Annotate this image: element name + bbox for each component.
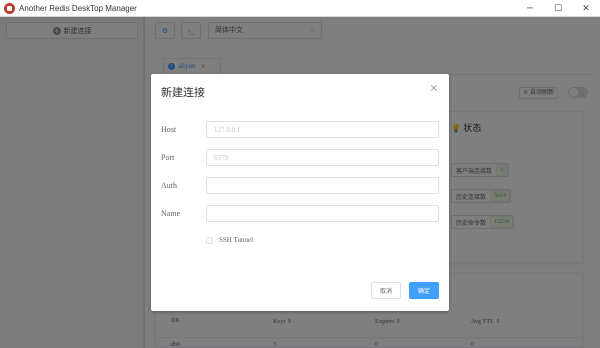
ssh-tunnel-label: SSH Tunnel [219, 236, 254, 244]
ssh-tunnel-checkbox[interactable]: SSH Tunnel [206, 236, 253, 244]
new-connection-dialog: 新建连接 × Host Port Auth Name SSH Tunnel 取消… [151, 74, 449, 311]
maximize-icon[interactable]: ☐ [544, 0, 572, 17]
confirm-button[interactable]: 确定 [409, 282, 439, 299]
checkbox-box[interactable] [206, 236, 213, 244]
dialog-title: 新建连接 [161, 87, 205, 99]
name-label: Name [161, 209, 181, 218]
close-window-icon[interactable]: ✕ [572, 0, 600, 17]
minimize-icon[interactable]: ─ [516, 0, 544, 17]
cancel-button[interactable]: 取消 [371, 282, 401, 299]
redis-logo-icon [4, 2, 15, 14]
host-input[interactable] [206, 121, 439, 138]
close-icon[interactable]: × [430, 83, 438, 94]
window-title: Another Redis DeskTop Manager [19, 3, 137, 13]
host-label: Host [161, 125, 177, 134]
window-title-bar: Another Redis DeskTop Manager ─ ☐ ✕ [0, 0, 600, 17]
port-label: Port [161, 153, 175, 162]
name-input[interactable] [206, 205, 439, 222]
auth-label: Auth [161, 181, 177, 190]
port-input[interactable] [206, 149, 439, 166]
auth-input[interactable] [206, 177, 439, 194]
